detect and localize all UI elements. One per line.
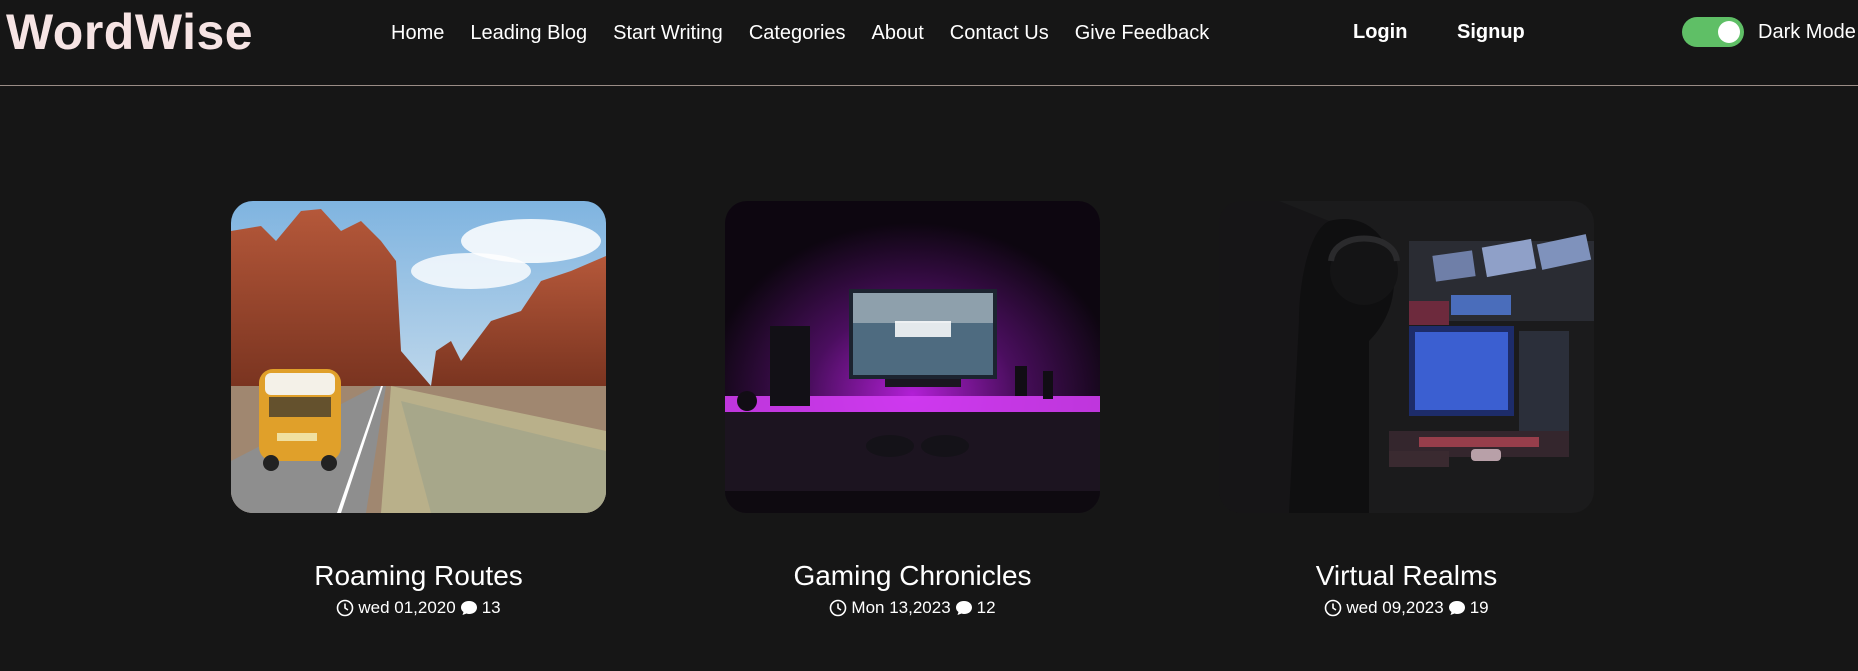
nav-link-leading-blog[interactable]: Leading Blog xyxy=(470,21,587,45)
clock-icon xyxy=(830,599,847,617)
card-meta: wed 01,2020 13 xyxy=(231,597,606,619)
login-button[interactable]: Login xyxy=(1353,19,1407,45)
comment-count: 13 xyxy=(481,598,501,617)
card-title[interactable]: Gaming Chronicles xyxy=(725,559,1100,593)
dark-mode-toggle[interactable] xyxy=(1682,17,1744,47)
card-title[interactable]: Roaming Routes xyxy=(231,559,606,593)
comment-icon xyxy=(460,601,477,615)
main-nav: Home Leading Blog Start Writing Categori… xyxy=(391,20,1235,46)
toggle-knob xyxy=(1718,21,1740,43)
nav-link-contact-us[interactable]: Contact Us xyxy=(950,21,1049,45)
card-title[interactable]: Virtual Realms xyxy=(1219,559,1594,593)
clock-icon xyxy=(337,599,354,617)
post-date: wed 01,2020 xyxy=(358,598,456,617)
road-trip-van-image[interactable] xyxy=(231,201,606,513)
esports-gamer-image[interactable] xyxy=(1219,201,1594,513)
card-meta: Mon 13,2023 12 xyxy=(725,597,1100,619)
site-logo[interactable]: WordWise xyxy=(6,3,253,61)
nav-link-give-feedback[interactable]: Give Feedback xyxy=(1075,21,1210,45)
nav-link-home[interactable]: Home xyxy=(391,21,444,45)
navbar: WordWise Home Leading Blog Start Writing… xyxy=(0,0,1858,86)
signup-button[interactable]: Signup xyxy=(1457,19,1525,45)
gaming-setup-image[interactable] xyxy=(725,201,1100,513)
card-meta: wed 09,2023 19 xyxy=(1219,597,1594,619)
comment-icon xyxy=(1448,601,1465,615)
post-date: wed 09,2023 xyxy=(1346,598,1444,617)
dark-mode-label: Dark Mode xyxy=(1758,21,1856,43)
blog-card[interactable]: Virtual Realms wed 09,2023 19 xyxy=(1219,201,1594,619)
comment-count: 19 xyxy=(1469,598,1489,617)
comment-count: 12 xyxy=(976,598,996,617)
nav-link-categories[interactable]: Categories xyxy=(749,21,846,45)
comment-icon xyxy=(955,601,972,615)
blog-card[interactable]: Gaming Chronicles Mon 13,2023 12 xyxy=(725,201,1100,619)
nav-link-about[interactable]: About xyxy=(872,21,924,45)
post-date: Mon 13,2023 xyxy=(851,598,951,617)
blog-card[interactable]: Roaming Routes wed 01,2020 13 xyxy=(231,201,606,619)
nav-link-start-writing[interactable]: Start Writing xyxy=(613,21,723,45)
clock-icon xyxy=(1325,599,1342,617)
